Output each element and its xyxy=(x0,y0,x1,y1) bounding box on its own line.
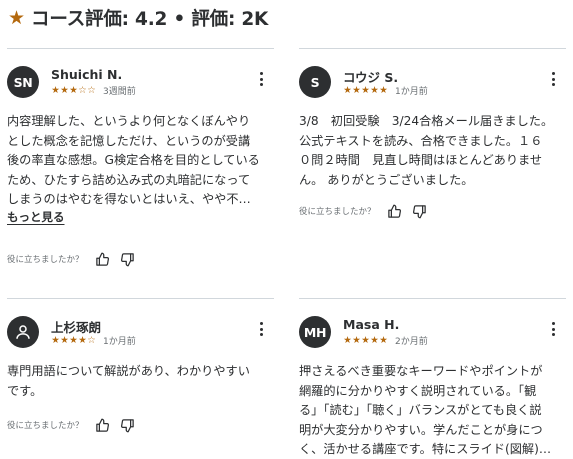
course-rating-title: コース評価: 4.2 • 評価: 2K xyxy=(31,9,269,30)
review-text: 3/8 初回受験 3/24合格メール届きました。 公式テキストを読み、合格できま… xyxy=(299,114,554,187)
helpful-question: 役に立ちましたか？ xyxy=(7,255,84,265)
avatar: S xyxy=(299,66,331,98)
star-rating: ★ ★ ★ ★ ☆ xyxy=(51,336,96,346)
star-filled-icon: ★ xyxy=(370,334,379,346)
thumbs-down-icon[interactable] xyxy=(412,203,428,219)
star-filled-icon: ★ xyxy=(361,84,370,96)
user-icon xyxy=(16,325,30,339)
helpful-question: 役に立ちましたか？ xyxy=(299,207,376,217)
star-empty-icon: ☆ xyxy=(87,334,96,346)
star-filled-icon: ★ xyxy=(379,334,388,346)
star-filled-icon: ★ xyxy=(69,334,78,346)
star-filled-icon: ★ xyxy=(51,84,60,96)
star-empty-icon: ☆ xyxy=(87,84,96,96)
review-date: 2か月前 xyxy=(395,337,428,347)
star-icon: ★ xyxy=(8,6,26,29)
star-filled-icon: ★ xyxy=(69,84,78,96)
star-rating: ★ ★ ★ ★ ★ xyxy=(343,336,388,346)
avatar xyxy=(7,316,39,348)
helpful-question: 役に立ちましたか？ xyxy=(7,421,84,431)
review-card: MH Masa H. ★ ★ ★ ★ ★ 2か月前 押さえるべき重要なキーワードやポイン… xyxy=(299,298,566,459)
reviewer-name: Masa H. xyxy=(343,317,400,332)
avatar: SN xyxy=(7,66,39,98)
star-filled-icon: ★ xyxy=(60,334,69,346)
thumbs-down-icon[interactable] xyxy=(120,417,136,433)
course-rating-header: ★ コース評価: 4.2 • 評価: 2K xyxy=(8,4,268,32)
thumbs-up-icon[interactable] xyxy=(95,251,111,267)
star-filled-icon: ★ xyxy=(370,84,379,96)
thumbs-down-icon[interactable] xyxy=(120,251,136,267)
review-date: 1か月前 xyxy=(103,337,136,347)
review-date: 3週間前 xyxy=(103,87,136,97)
more-options-icon[interactable] xyxy=(256,71,266,87)
thumbs-up-icon[interactable] xyxy=(95,417,111,433)
star-filled-icon: ★ xyxy=(361,334,370,346)
review-text: 内容理解した、というより何となくぼんやり とした概念を記憶しただけ、というのが受… xyxy=(7,114,260,206)
star-rating: ★ ★ ★ ★ ★ xyxy=(343,86,388,96)
more-options-icon[interactable] xyxy=(548,71,558,87)
review-text: 専門用語について解説があり、わかりやすい です。 xyxy=(7,364,250,398)
star-empty-icon: ☆ xyxy=(78,84,87,96)
thumbs-up-icon[interactable] xyxy=(387,203,403,219)
star-filled-icon: ★ xyxy=(352,84,361,96)
star-filled-icon: ★ xyxy=(379,84,388,96)
star-filled-icon: ★ xyxy=(352,334,361,346)
avatar: MH xyxy=(299,316,331,348)
reviewer-name: Shuichi N. xyxy=(51,67,123,82)
review-card: SN Shuichi N. ★ ★ ★ ☆ ☆ 3週間前 内容理解した、というより何とな… xyxy=(7,48,274,280)
review-card: 上杉琢朗 ★ ★ ★ ★ ☆ 1か月前 専門用語について解説があり、わかりやすい です。… xyxy=(7,298,274,459)
star-filled-icon: ★ xyxy=(343,334,352,346)
star-filled-icon: ★ xyxy=(51,334,60,346)
star-filled-icon: ★ xyxy=(60,84,69,96)
star-filled-icon: ★ xyxy=(343,84,352,96)
more-options-icon[interactable] xyxy=(548,321,558,337)
review-date: 1か月前 xyxy=(395,87,428,97)
review-text: 押さえるべき重要なキーワードやポイントが 網羅的に分かりやすく説明されている。「… xyxy=(299,364,552,456)
star-rating: ★ ★ ★ ☆ ☆ xyxy=(51,86,96,96)
review-card: S コウジ S. ★ ★ ★ ★ ★ 1か月前 3/8 初回受験 3/24合格メール届き… xyxy=(299,48,566,280)
star-filled-icon: ★ xyxy=(78,334,87,346)
more-options-icon[interactable] xyxy=(256,321,266,337)
show-more-link[interactable]: もっと見る xyxy=(7,209,65,225)
